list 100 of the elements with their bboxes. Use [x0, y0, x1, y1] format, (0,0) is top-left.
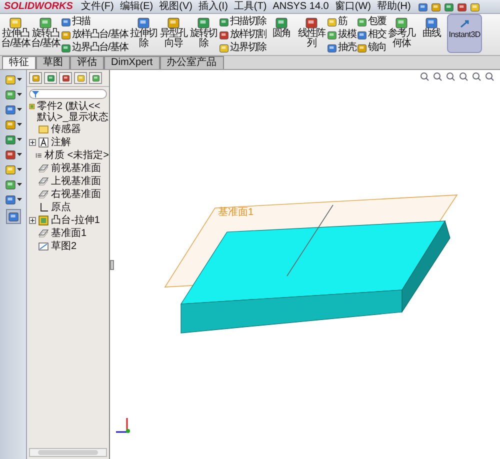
panel-tab[interactable] — [29, 72, 42, 84]
panel-tab[interactable] — [59, 72, 72, 84]
menu-item[interactable]: 工具(T) — [230, 0, 270, 12]
caret-icon — [16, 183, 22, 186]
plane-icon — [38, 176, 49, 187]
tool-icon — [4, 134, 16, 145]
tab[interactable]: 办公室产品 — [160, 56, 224, 69]
tool-icon — [274, 16, 288, 29]
ribbon-button[interactable]: 线性阵列 — [296, 14, 326, 49]
menu-item[interactable]: 文件(F) — [78, 0, 117, 12]
ribbon-button[interactable]: 拔模 — [326, 29, 356, 40]
tree-item[interactable]: 传感器 — [51, 124, 81, 135]
ribbon-button[interactable]: 放样凸台/基体 — [61, 29, 128, 40]
menu-item[interactable]: 帮助(H) — [374, 0, 414, 12]
ribbon-button[interactable]: 筋 — [326, 16, 356, 27]
origin-icon — [38, 202, 49, 213]
panel-tab[interactable] — [44, 72, 57, 84]
tab[interactable]: 草图 — [36, 56, 70, 69]
caret-icon — [16, 138, 22, 141]
ribbon-button[interactable]: 相交 — [356, 29, 386, 40]
panel-tab[interactable] — [74, 72, 87, 84]
tree-item[interactable]: 右视基准面 — [51, 189, 101, 200]
tab[interactable]: DimXpert — [104, 56, 160, 69]
tree-item[interactable]: 上视基准面 — [51, 176, 101, 187]
ribbon-button[interactable]: 拉伸凸台/基体 — [1, 14, 30, 49]
app-logo: SOLIDWORKS — [3, 0, 74, 14]
tool-icon — [4, 179, 16, 190]
tool-icon — [424, 16, 438, 29]
tool-icon — [218, 30, 229, 40]
caret-icon — [16, 123, 22, 126]
tree-item[interactable]: 注解 — [51, 137, 71, 148]
extrude-icon — [38, 215, 49, 226]
ribbon-button[interactable]: 镜向 — [356, 42, 386, 53]
ribbon-button[interactable]: 圆角 — [266, 14, 296, 49]
tool-icon — [4, 104, 16, 115]
tree-item[interactable]: 基准面1 — [51, 228, 87, 239]
tab[interactable]: 评估 — [70, 56, 104, 69]
ribbon-button[interactable]: 包覆 — [356, 16, 386, 27]
view-tool-icon[interactable] — [433, 72, 442, 81]
menu-item[interactable]: 视图(V) — [156, 0, 196, 12]
box-drawing[interactable] — [180, 220, 450, 334]
tool-icon — [4, 194, 16, 205]
menu-item[interactable]: 窗口(W) — [332, 0, 374, 12]
expand-icon[interactable] — [29, 139, 36, 146]
view-tool-icon[interactable] — [459, 72, 468, 81]
tool-icon — [326, 30, 337, 40]
ribbon-button[interactable]: 参考几何体 — [386, 14, 416, 49]
panel-collapse-handle[interactable] — [110, 260, 114, 270]
filter-icon — [32, 90, 39, 98]
view-tool-icon[interactable] — [420, 72, 429, 81]
ribbon-button[interactable]: 边界切除 — [218, 42, 266, 53]
tree-item[interactable]: 草图2 — [51, 241, 77, 252]
tree-item[interactable]: 原点 — [51, 202, 71, 213]
tool-icon — [9, 16, 22, 29]
toolbar-icon — [444, 2, 454, 12]
expand-icon[interactable] — [29, 217, 36, 224]
tool-icon — [39, 16, 52, 29]
ribbon-button[interactable]: 扫描 — [61, 16, 128, 27]
sketch-line[interactable] — [286, 204, 334, 276]
tree-item[interactable]: 材质 <未指定> — [44, 150, 109, 161]
tool-icon — [61, 16, 71, 26]
tool-icon — [61, 30, 71, 40]
tree-root[interactable]: 零件2 (默认<<默认>_显示状态 — [36, 101, 109, 123]
ribbon-button[interactable]: 放样切割 — [218, 29, 266, 40]
tool-icon — [218, 16, 229, 26]
toolbar-icon — [430, 2, 441, 12]
tool-icon — [196, 16, 210, 29]
ribbon-button[interactable]: 旋转凸台/基体 — [31, 14, 60, 49]
ribbon-button[interactable]: 边界凸台/基体 — [61, 42, 128, 53]
menu-item[interactable]: 编辑(E) — [116, 0, 156, 12]
toolbar-icon — [418, 2, 428, 12]
menu-item[interactable]: ANSYS 14.0 — [270, 0, 332, 12]
caret-icon — [16, 108, 22, 111]
toolbar-icon — [456, 2, 467, 12]
tool-icon — [166, 16, 180, 29]
tool-icon — [4, 89, 16, 100]
ribbon-button[interactable]: 曲线 — [416, 14, 446, 49]
tool-icon — [304, 16, 318, 29]
horizontal-scrollbar[interactable] — [29, 448, 107, 457]
ribbon-button[interactable]: 扫描切除 — [218, 16, 266, 27]
ribbon-button[interactable]: 抽壳 — [326, 42, 356, 53]
ribbon-button[interactable]: 拉伸切除 — [128, 14, 158, 49]
tab[interactable]: 特征 — [2, 56, 36, 69]
filter-field[interactable] — [29, 89, 107, 99]
instant3d-toggle[interactable]: Instant3D — [446, 14, 482, 53]
plane-icon — [38, 189, 49, 200]
view-tool-icon[interactable] — [472, 72, 481, 81]
menu-item[interactable]: 插入(I) — [195, 0, 231, 12]
tool-icon — [8, 211, 18, 222]
ribbon-button[interactable]: 异型孔向导 — [158, 14, 188, 49]
view-tool-icon[interactable] — [485, 72, 494, 81]
tool-icon — [326, 42, 337, 52]
panel-tab[interactable] — [89, 72, 102, 84]
tree-item[interactable]: 凸台-拉伸1 — [51, 215, 100, 226]
ribbon-button[interactable]: 旋转切除 — [188, 14, 218, 49]
tool-button[interactable] — [6, 209, 20, 224]
tree-item[interactable]: 前视基准面 — [51, 163, 101, 174]
caret-icon — [16, 153, 22, 156]
caret-icon — [16, 93, 22, 96]
view-tool-icon[interactable] — [446, 72, 455, 81]
